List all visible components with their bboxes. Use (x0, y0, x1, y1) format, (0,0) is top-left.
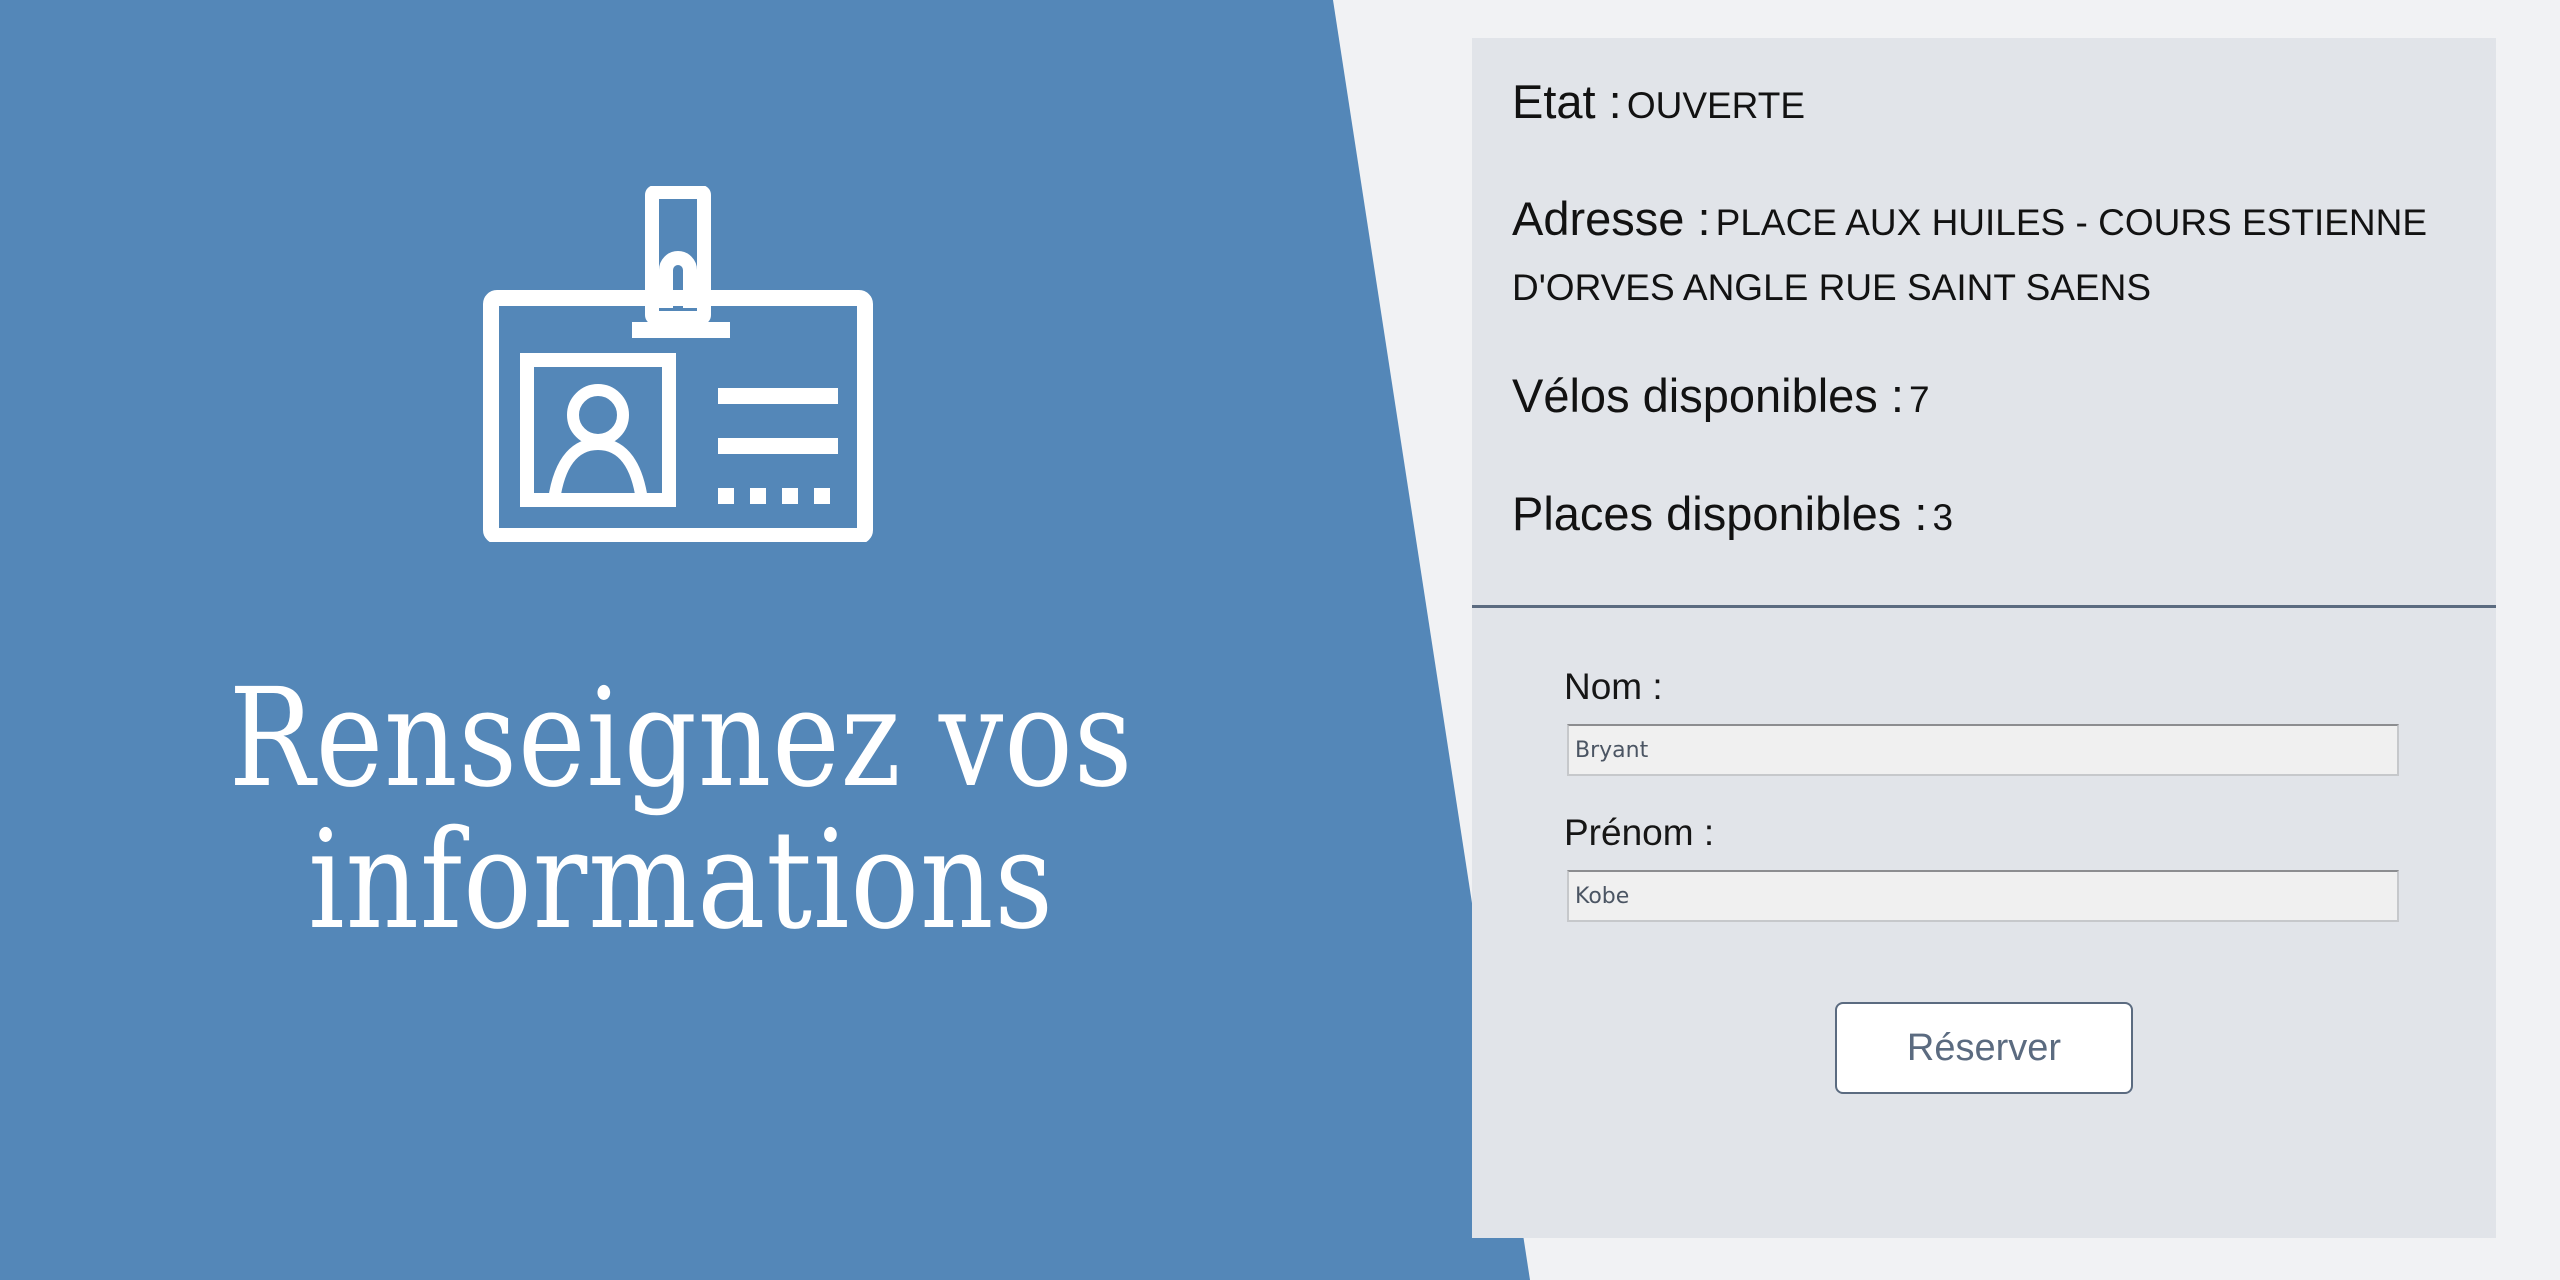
nom-label: Nom : (1564, 666, 1663, 707)
etat-row: Etat : OUVERTE (1512, 74, 1805, 129)
hero-title-line2: informations (308, 802, 1054, 960)
nom-input[interactable] (1567, 724, 2399, 776)
velos-row: Vélos disponibles : 7 (1512, 368, 1930, 423)
places-value: 3 (1932, 497, 1954, 538)
velos-label: Vélos disponibles : (1512, 369, 1904, 422)
page: Renseignez vos informations Etat : OUVER… (0, 0, 2560, 1280)
etat-label: Etat : (1512, 75, 1622, 128)
prenom-label: Prénom : (1564, 812, 1715, 853)
velos-value: 7 (1909, 379, 1930, 420)
adresse-row: Adresse : PLACE AUX HUILES - COURS ESTIE… (1512, 190, 2472, 324)
card-divider (1472, 605, 2496, 608)
places-row: Places disponibles : 3 (1512, 486, 1953, 541)
places-label: Places disponibles : (1512, 487, 1928, 540)
id-badge-icon (483, 186, 873, 542)
hero-panel: Renseignez vos informations (0, 0, 1530, 1280)
hero-title: Renseignez vos informations (109, 668, 1253, 952)
reserver-button[interactable]: Réserver (1835, 1002, 2133, 1094)
etat-value: OUVERTE (1626, 85, 1806, 126)
adresse-label: Adresse : (1512, 192, 1711, 245)
prenom-input[interactable] (1567, 870, 2399, 922)
hero-title-line1: Renseignez vos (228, 660, 1134, 818)
station-card: Etat : OUVERTE Adresse : PLACE AUX HUILE… (1472, 38, 2496, 1238)
